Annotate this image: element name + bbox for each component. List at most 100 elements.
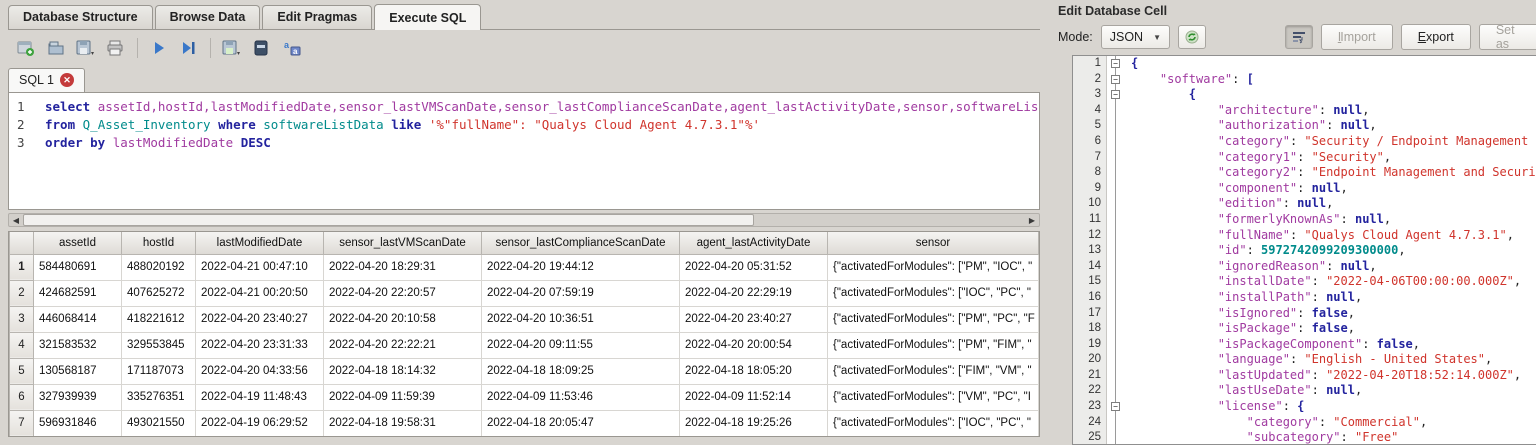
execute-all-icon[interactable] [147,37,171,59]
cell[interactable]: 2022-04-09 11:53:46 [481,383,680,411]
column-header-sensor[interactable]: sensor [827,232,1039,255]
fold-column: − [1107,56,1125,72]
cell[interactable]: 2022-04-20 22:22:21 [323,331,482,359]
sql-editor[interactable]: 1 select assetId,hostId,lastModifiedDate,… [8,92,1040,210]
cell[interactable]: 2022-04-20 23:31:33 [195,331,324,359]
cell[interactable]: 171187073 [121,357,196,385]
cell[interactable]: 2022-04-18 19:25:26 [679,409,828,436]
cell[interactable]: {"activatedForModules": ["IOC", "PC", " [827,279,1039,307]
close-tab-icon[interactable]: ✕ [59,73,74,87]
scroll-left-icon[interactable]: ◀ [9,214,23,226]
cell[interactable]: 407625272 [121,279,196,307]
cell[interactable]: 2022-04-20 22:20:57 [323,279,482,307]
row-number[interactable]: 1 [9,253,34,281]
cell[interactable]: {"activatedForModules": ["PM", "FIM", " [827,331,1039,359]
new-sql-tab-icon[interactable] [14,37,38,59]
find-replace-icon[interactable]: aa [280,37,304,59]
cell[interactable]: 2022-04-20 23:40:27 [679,305,828,333]
cell[interactable]: 2022-04-18 18:05:20 [679,357,828,385]
mode-select[interactable]: JSON ▼ [1100,25,1171,49]
set-as-button[interactable]: Set as [1478,23,1536,51]
cell[interactable]: 2022-04-21 00:20:50 [195,279,324,307]
cell[interactable]: {"activatedForModules": ["FIM", "VM", " [827,357,1039,385]
cell[interactable]: 335276351 [121,383,196,411]
column-header-sensor_lastVMScanDate[interactable]: sensor_lastVMScanDate [323,232,482,255]
cell[interactable]: 2022-04-20 20:10:58 [323,305,482,333]
json-line: 24 "category": "Commercial", [1073,414,1536,431]
cell[interactable]: 2022-04-20 04:33:56 [195,357,324,385]
save-results-icon[interactable] [220,37,244,59]
column-header-hostId[interactable]: hostId [121,232,196,255]
print-icon[interactable] [104,37,128,59]
tab-execute-sql[interactable]: Execute SQL [374,4,482,30]
fold-toggle-icon[interactable]: − [1111,402,1120,412]
row-number[interactable]: 3 [9,305,34,333]
table-row: 6 327939939 335276351 2022-04-19 11:48:43 20… [9,383,1039,411]
cell[interactable]: {"activatedForModules": ["PM", "PC", "F [827,305,1039,333]
row-number[interactable]: 2 [9,279,34,307]
cell[interactable]: 2022-04-19 06:29:52 [195,409,324,436]
cell[interactable]: 424682591 [33,279,122,307]
cell[interactable]: 2022-04-18 19:58:31 [323,409,482,436]
cell[interactable]: 2022-04-09 11:52:14 [679,383,828,411]
tab-browse-data[interactable]: Browse Data [154,5,261,29]
cell[interactable]: 2022-04-09 11:59:39 [323,383,482,411]
column-header-assetId[interactable]: assetId [33,232,122,255]
open-query-database-icon[interactable] [250,37,274,59]
cell[interactable]: 2022-04-20 07:59:19 [481,279,680,307]
line-number: 4 [1073,102,1107,119]
cell[interactable]: 2022-04-20 20:00:54 [679,331,828,359]
cell[interactable]: 2022-04-20 05:31:52 [679,253,828,281]
horizontal-scrollbar[interactable]: ◀ ▶ [8,213,1040,227]
row-number[interactable]: 4 [9,331,34,359]
cell[interactable]: {"activatedForModules": ["PM", "IOC", " [827,253,1039,281]
cell[interactable]: 596931846 [33,409,122,436]
cell[interactable]: 2022-04-20 18:29:31 [323,253,482,281]
cell[interactable]: 2022-04-20 10:36:51 [481,305,680,333]
json-line: 17 "isIgnored": false, [1073,305,1536,322]
cell[interactable]: 2022-04-19 11:48:43 [195,383,324,411]
fold-toggle-icon[interactable]: − [1111,74,1120,84]
cell[interactable]: 2022-04-18 20:05:47 [481,409,680,436]
cell[interactable]: 2022-04-18 18:14:32 [323,357,482,385]
cell[interactable]: 418221612 [121,305,196,333]
cell[interactable]: 446068414 [33,305,122,333]
scroll-right-icon[interactable]: ▶ [1025,214,1039,226]
cell[interactable]: 2022-04-20 22:29:19 [679,279,828,307]
cell[interactable]: 2022-04-20 19:44:12 [481,253,680,281]
cell[interactable]: 321583532 [33,331,122,359]
cell[interactable]: 488020192 [121,253,196,281]
word-wrap-icon[interactable] [1285,25,1313,49]
column-header-sensor_lastComplianceScanDate[interactable]: sensor_lastComplianceScanDate [481,232,680,255]
row-number[interactable]: 5 [9,357,34,385]
open-sql-file-icon[interactable] [44,37,68,59]
tab-edit-pragmas[interactable]: Edit Pragmas [262,5,373,29]
apply-format-icon[interactable] [1178,25,1207,49]
fold-toggle-icon[interactable]: − [1111,59,1120,68]
cell[interactable]: 2022-04-20 23:40:27 [195,305,324,333]
cell-json-editor[interactable]: 1−{2− "software": [3−{4 "architecture": nu… [1072,55,1536,445]
execute-current-line-icon[interactable] [177,37,201,59]
row-number[interactable]: 6 [9,383,34,411]
cell[interactable]: 2022-04-20 09:11:55 [481,331,680,359]
cell[interactable]: 493021550 [121,409,196,436]
save-sql-file-icon[interactable] [74,37,98,59]
cell[interactable]: 584480691 [33,253,122,281]
cell[interactable]: 327939939 [33,383,122,411]
cell[interactable]: {"activatedForModules": ["IOC", "PC", " [827,409,1039,436]
fold-toggle-icon[interactable]: − [1111,90,1120,100]
cell[interactable]: 130568187 [33,357,122,385]
import-button[interactable]: I Import [1320,24,1393,50]
cell[interactable]: 2022-04-18 18:09:25 [481,357,680,385]
export-button[interactable]: Export [1400,24,1471,50]
cell[interactable]: 329553845 [121,331,196,359]
json-line: 2− "software": [ [1073,71,1536,88]
sql-tab-1[interactable]: SQL 1 ✕ [8,68,85,92]
cell[interactable]: {"activatedForModules": ["VM", "PC", "I [827,383,1039,411]
cell[interactable]: 2022-04-21 00:47:10 [195,253,324,281]
scrollbar-thumb[interactable] [23,214,755,226]
column-header-lastModifiedDate[interactable]: lastModifiedDate [195,232,324,255]
tab-database-structure[interactable]: Database Structure [8,5,153,29]
row-number[interactable]: 7 [9,409,34,436]
column-header-agent_lastActivityDate[interactable]: agent_lastActivityDate [679,232,828,255]
